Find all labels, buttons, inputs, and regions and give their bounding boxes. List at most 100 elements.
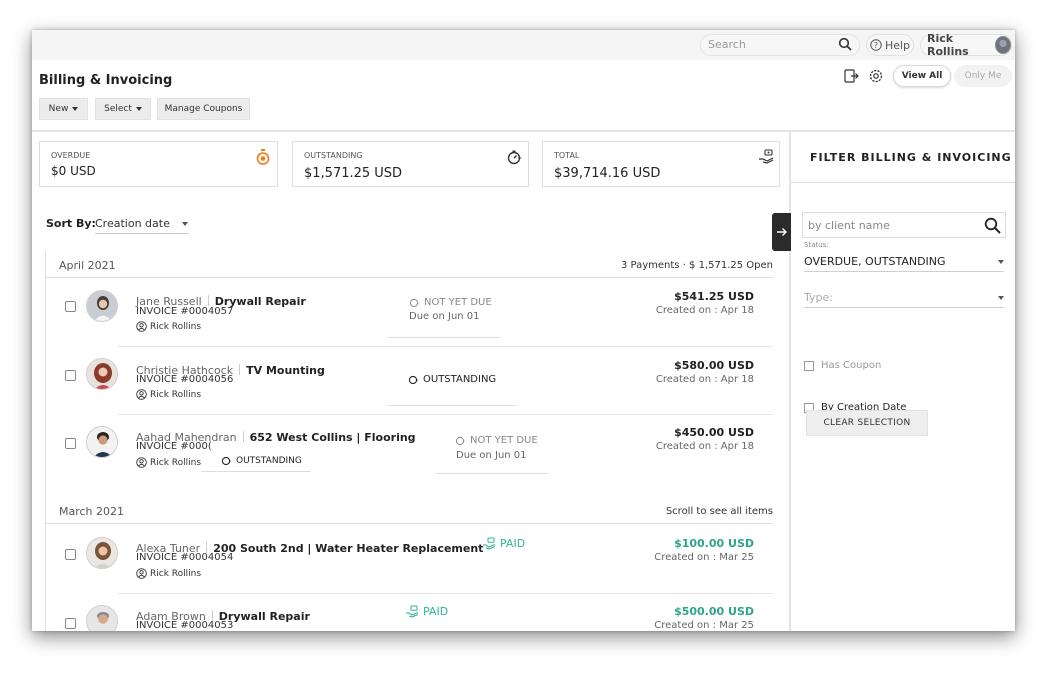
user-menu-button[interactable]: Rick Rollins: [920, 32, 1012, 58]
timer-icon: [409, 298, 420, 308]
divider: [388, 405, 516, 406]
divider: [388, 337, 500, 338]
type-placeholder: Type:: [804, 291, 833, 304]
job-name: 200 South 2nd | Water Heater Replacement: [213, 542, 484, 555]
row-checkbox[interactable]: [65, 618, 76, 629]
user-icon: [136, 321, 147, 332]
manage-coupons-button[interactable]: Manage Coupons: [157, 98, 250, 120]
owner: Rick Rollins: [136, 568, 201, 579]
sort-select[interactable]: Creation date: [95, 214, 189, 234]
group-title: April 2021: [59, 259, 116, 272]
status-badge-overlay: OUTSTANDING: [218, 455, 305, 466]
arrow-right-icon: [777, 228, 787, 236]
money-hand-icon: [406, 605, 419, 618]
row-checkbox[interactable]: [65, 370, 76, 381]
table-row[interactable]: Adam Brown Drywall Repair INVOICE #000405…: [46, 594, 773, 631]
search-icon[interactable]: [838, 36, 852, 55]
help-label: Help: [884, 38, 911, 52]
invoice-number: INVOICE #0004056: [136, 374, 234, 385]
money-hand-icon: [483, 537, 496, 550]
clear-selection-button[interactable]: CLEAR SELECTION: [806, 410, 928, 436]
outstanding-timer-icon: [507, 149, 523, 169]
row-checkbox[interactable]: [65, 549, 76, 560]
new-label: New: [48, 104, 69, 114]
overdue-card[interactable]: OVERDUE $0 USD: [39, 141, 278, 187]
only-me-toggle[interactable]: Only Me: [954, 65, 1012, 87]
view-all-toggle[interactable]: View All: [893, 65, 951, 87]
chevron-down-icon: [181, 221, 188, 226]
search-icon[interactable]: [984, 217, 1001, 238]
owner: Rick Rollins: [136, 321, 201, 332]
job-name: 652 West Collins | Flooring: [249, 431, 416, 444]
money-hand-icon: [758, 148, 774, 168]
invoice-number: INVOICE #0004053: [136, 620, 234, 631]
status-select[interactable]: OVERDUE, OUTSTANDING: [804, 252, 1004, 272]
page-title: Billing & Invoicing: [39, 73, 173, 88]
outstanding-card[interactable]: OUTSTANDING $1,571.25 USD: [292, 141, 529, 187]
owner: Rick Rollins: [136, 457, 201, 468]
select-button[interactable]: Select: [95, 98, 151, 120]
status-text: NOT YET DUE: [424, 297, 492, 308]
avatar: [86, 537, 118, 569]
status-badge: PAID: [405, 605, 448, 618]
status-text: PAID: [423, 605, 449, 618]
owner-name: Rick Rollins: [150, 389, 202, 400]
due-date: Due on Jun 01: [456, 450, 527, 461]
status-label: Status:: [804, 241, 829, 249]
status-badge: NOT YET DUE: [409, 297, 492, 308]
row-checkbox[interactable]: [65, 438, 76, 449]
avatar: [86, 358, 118, 390]
new-button[interactable]: New: [39, 98, 88, 120]
amount: $541.25 USD: [674, 290, 754, 303]
group-header-april: April 2021 3 Payments · $ 1,571.25 Open: [46, 252, 773, 278]
owner-name: Rick Rollins: [150, 568, 202, 579]
owner-name: Rick Rollins: [150, 321, 202, 332]
table-row[interactable]: Jane Russell Drywall Repair INVOICE #0004…: [46, 278, 773, 346]
created-date: Created on : Mar 25: [654, 620, 754, 631]
filter-title: FILTER BILLING & INVOICING: [810, 151, 1012, 164]
status-value: OVERDUE, OUTSTANDING: [804, 255, 946, 268]
user-name: Rick Rollins: [927, 32, 969, 58]
amount: $100.00 USD: [674, 537, 754, 550]
total-card[interactable]: TOTAL $39,714.16 USD: [542, 141, 780, 187]
card-value: $39,714.16 USD: [554, 166, 661, 181]
amount: $500.00 USD: [674, 605, 754, 618]
has-coupon-checkbox[interactable]: Has Coupon: [804, 360, 881, 371]
select-label: Select: [104, 104, 132, 114]
has-coupon-label: Has Coupon: [821, 360, 882, 371]
export-icon[interactable]: [841, 66, 861, 86]
divider: [201, 471, 311, 472]
created-date: Created on : Apr 18: [655, 374, 754, 385]
amount: $580.00 USD: [674, 359, 754, 372]
table-row[interactable]: Alexa Tuner 200 South 2nd | Water Heater …: [46, 525, 773, 593]
type-select[interactable]: Type:: [804, 288, 1004, 308]
collapse-filter-button[interactable]: [772, 213, 792, 251]
status-badge: PAID: [482, 537, 525, 550]
status-badge: NOT YET DUE: [455, 435, 538, 446]
user-avatar: [994, 36, 1011, 54]
gear-icon[interactable]: [866, 66, 886, 86]
table-row[interactable]: Christie Hathcock TV Mounting INVOICE #00…: [46, 347, 773, 414]
table-row[interactable]: Aahad Mahendran 652 West Collins | Floori…: [46, 415, 773, 490]
status-text: PAID: [500, 537, 526, 550]
status-text: OUTSTANDING: [423, 374, 497, 385]
created-date: Created on : Mar 25: [654, 552, 754, 563]
timer-icon: [221, 456, 232, 466]
row-checkbox[interactable]: [65, 301, 76, 312]
chevron-down-icon: [135, 107, 142, 111]
created-date: Created on : Apr 18: [655, 305, 754, 316]
invoice-number: INVOICE #0004054: [136, 552, 234, 563]
sort-value: Creation date: [95, 217, 170, 230]
created-date: Created on : Apr 18: [655, 441, 754, 452]
status-badge: OUTSTANDING: [408, 374, 496, 385]
help-button[interactable]: ? Help: [866, 34, 914, 56]
help-icon: ?: [870, 39, 882, 51]
owner-name: Rick Rollins: [150, 457, 202, 468]
checkbox-box[interactable]: [804, 360, 814, 371]
chevron-down-icon: [998, 295, 1004, 300]
avatar: [86, 426, 118, 458]
group-summary: 3 Payments · $ 1,571.25 Open: [620, 260, 773, 271]
sort-by-label: Sort By:: [46, 217, 96, 230]
card-value: $0 USD: [51, 164, 96, 178]
svg-text:?: ?: [874, 41, 878, 50]
